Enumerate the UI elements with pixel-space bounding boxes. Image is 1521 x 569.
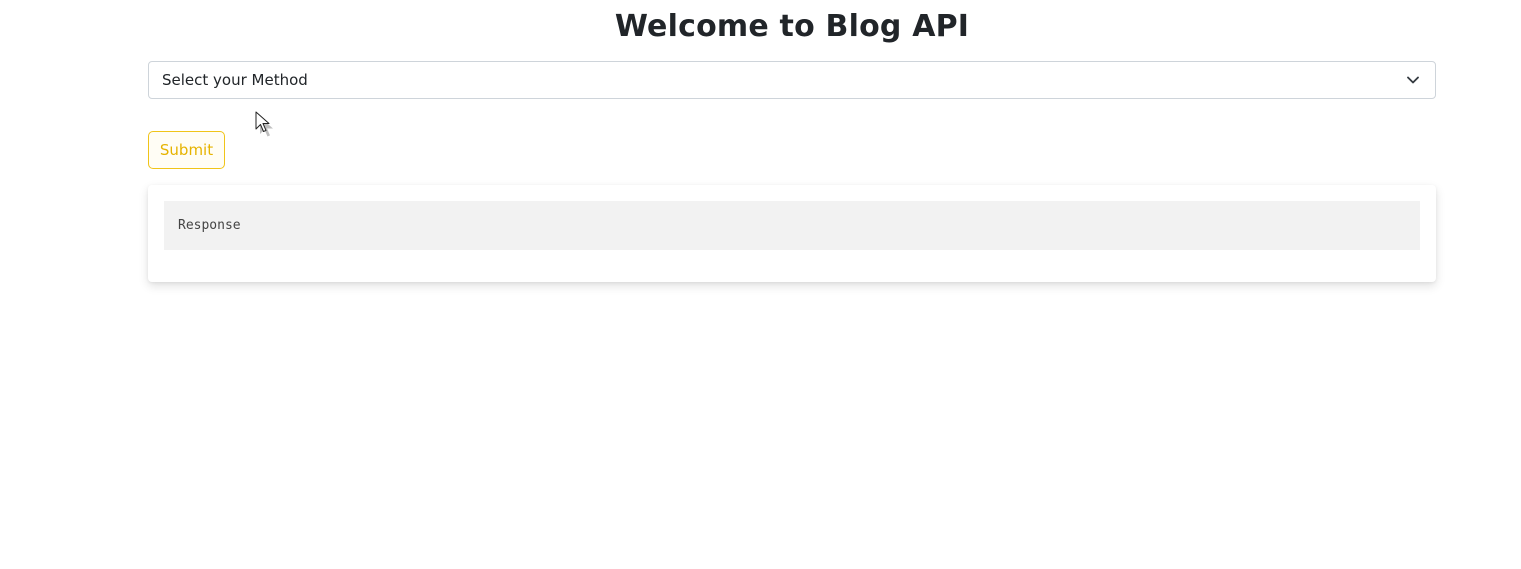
submit-button[interactable]: Submit	[148, 131, 225, 169]
response-output: Response	[164, 201, 1420, 250]
response-card: Response	[148, 185, 1436, 282]
mouse-cursor-icon	[255, 111, 273, 137]
method-select[interactable]: Select your Method	[148, 61, 1436, 99]
method-select-value: Select your Method	[162, 71, 308, 89]
page-title: Welcome to Blog API	[614, 9, 970, 44]
chevron-down-icon	[1406, 73, 1420, 87]
page: Welcome to Blog API Select your Method S…	[0, 0, 1521, 569]
